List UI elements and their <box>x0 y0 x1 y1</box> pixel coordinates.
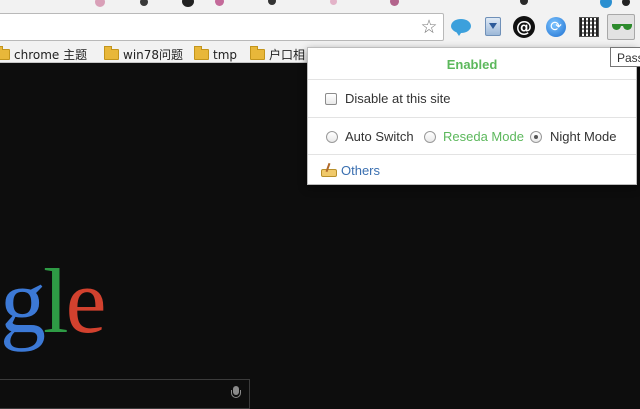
bookmark-label: tmp <box>213 48 238 62</box>
speech-bubble-tail <box>455 30 463 36</box>
folder-icon <box>194 46 209 60</box>
bookmark-folder-win78[interactable]: win78问题 <box>104 46 183 63</box>
palette-tray <box>321 169 337 177</box>
others-link[interactable]: Others <box>321 162 380 180</box>
browser-toolbar: ☆ @ ⟳ <box>0 10 640 46</box>
search-input[interactable] <box>0 379 250 409</box>
divider <box>308 79 636 80</box>
sync-glyph: ⟳ <box>546 17 566 37</box>
night-mode-radio[interactable] <box>530 131 542 143</box>
theme-flower-decoration <box>622 0 630 6</box>
logo-letter-l: l <box>43 250 69 352</box>
theme-flower-decoration <box>215 0 224 6</box>
disable-site-checkbox[interactable] <box>325 93 337 105</box>
theme-flower-decoration <box>182 0 194 7</box>
download-arrow <box>489 23 497 29</box>
palette-icon <box>321 162 337 177</box>
bookmark-star-icon[interactable]: ☆ <box>419 17 439 37</box>
theme-flower-decoration <box>95 0 105 7</box>
logo-letter-e: e <box>65 250 107 352</box>
folder-icon <box>104 46 119 60</box>
speech-bubble-icon[interactable] <box>450 16 472 38</box>
theme-strip <box>0 0 640 10</box>
download-icon[interactable] <box>482 16 504 38</box>
qr-code-pattern <box>579 17 599 37</box>
at-sign-icon[interactable]: @ <box>513 16 535 38</box>
folder-icon <box>250 46 265 60</box>
theme-flower-decoration <box>140 0 148 6</box>
mic-stand <box>231 390 241 398</box>
bookmark-folder-hukou[interactable]: 户口相 <box>250 46 305 63</box>
theme-flower-decoration <box>600 0 612 8</box>
theme-flower-decoration <box>390 0 399 6</box>
sync-icon[interactable]: ⟳ <box>545 16 567 38</box>
divider <box>308 117 636 118</box>
theme-flower-decoration <box>520 0 528 5</box>
night-mode-label[interactable]: Night Mode <box>550 129 616 144</box>
bookmark-label: win78问题 <box>123 48 184 62</box>
reseda-mode-label[interactable]: Reseda Mode <box>443 129 524 144</box>
sunglasses-lens-right <box>623 24 632 30</box>
others-label[interactable]: Others <box>341 163 380 178</box>
disable-site-row[interactable]: Disable at this site <box>308 87 636 111</box>
logo-letter-g: g <box>0 250 46 352</box>
night-mode-popup: Enabled Disable at this site Auto Switch… <box>307 47 637 185</box>
bookmark-label: chrome 主题 <box>14 48 88 62</box>
bookmark-label: 户口相 <box>269 48 306 62</box>
folder-icon <box>0 46 10 60</box>
bookmark-folder-chrome-theme[interactable]: chrome 主题 <box>0 46 87 63</box>
auto-switch-radio[interactable] <box>326 131 338 143</box>
google-logo: gle <box>0 255 106 347</box>
qr-code-icon[interactable] <box>578 16 600 38</box>
theme-flower-decoration <box>268 0 276 5</box>
at-sign-glyph: @ <box>513 16 535 38</box>
microphone-icon[interactable] <box>231 386 241 400</box>
auto-switch-label[interactable]: Auto Switch <box>345 129 414 144</box>
extension-tooltip: Pass <box>610 47 640 67</box>
disable-site-label[interactable]: Disable at this site <box>345 87 451 111</box>
address-bar[interactable]: ☆ <box>0 13 444 41</box>
sunglasses-icon[interactable] <box>607 14 635 40</box>
reseda-mode-radio[interactable] <box>424 131 436 143</box>
divider <box>308 154 636 155</box>
bookmark-folder-tmp[interactable]: tmp <box>194 46 237 63</box>
theme-flower-decoration <box>330 0 337 5</box>
status-label: Enabled <box>446 57 498 72</box>
